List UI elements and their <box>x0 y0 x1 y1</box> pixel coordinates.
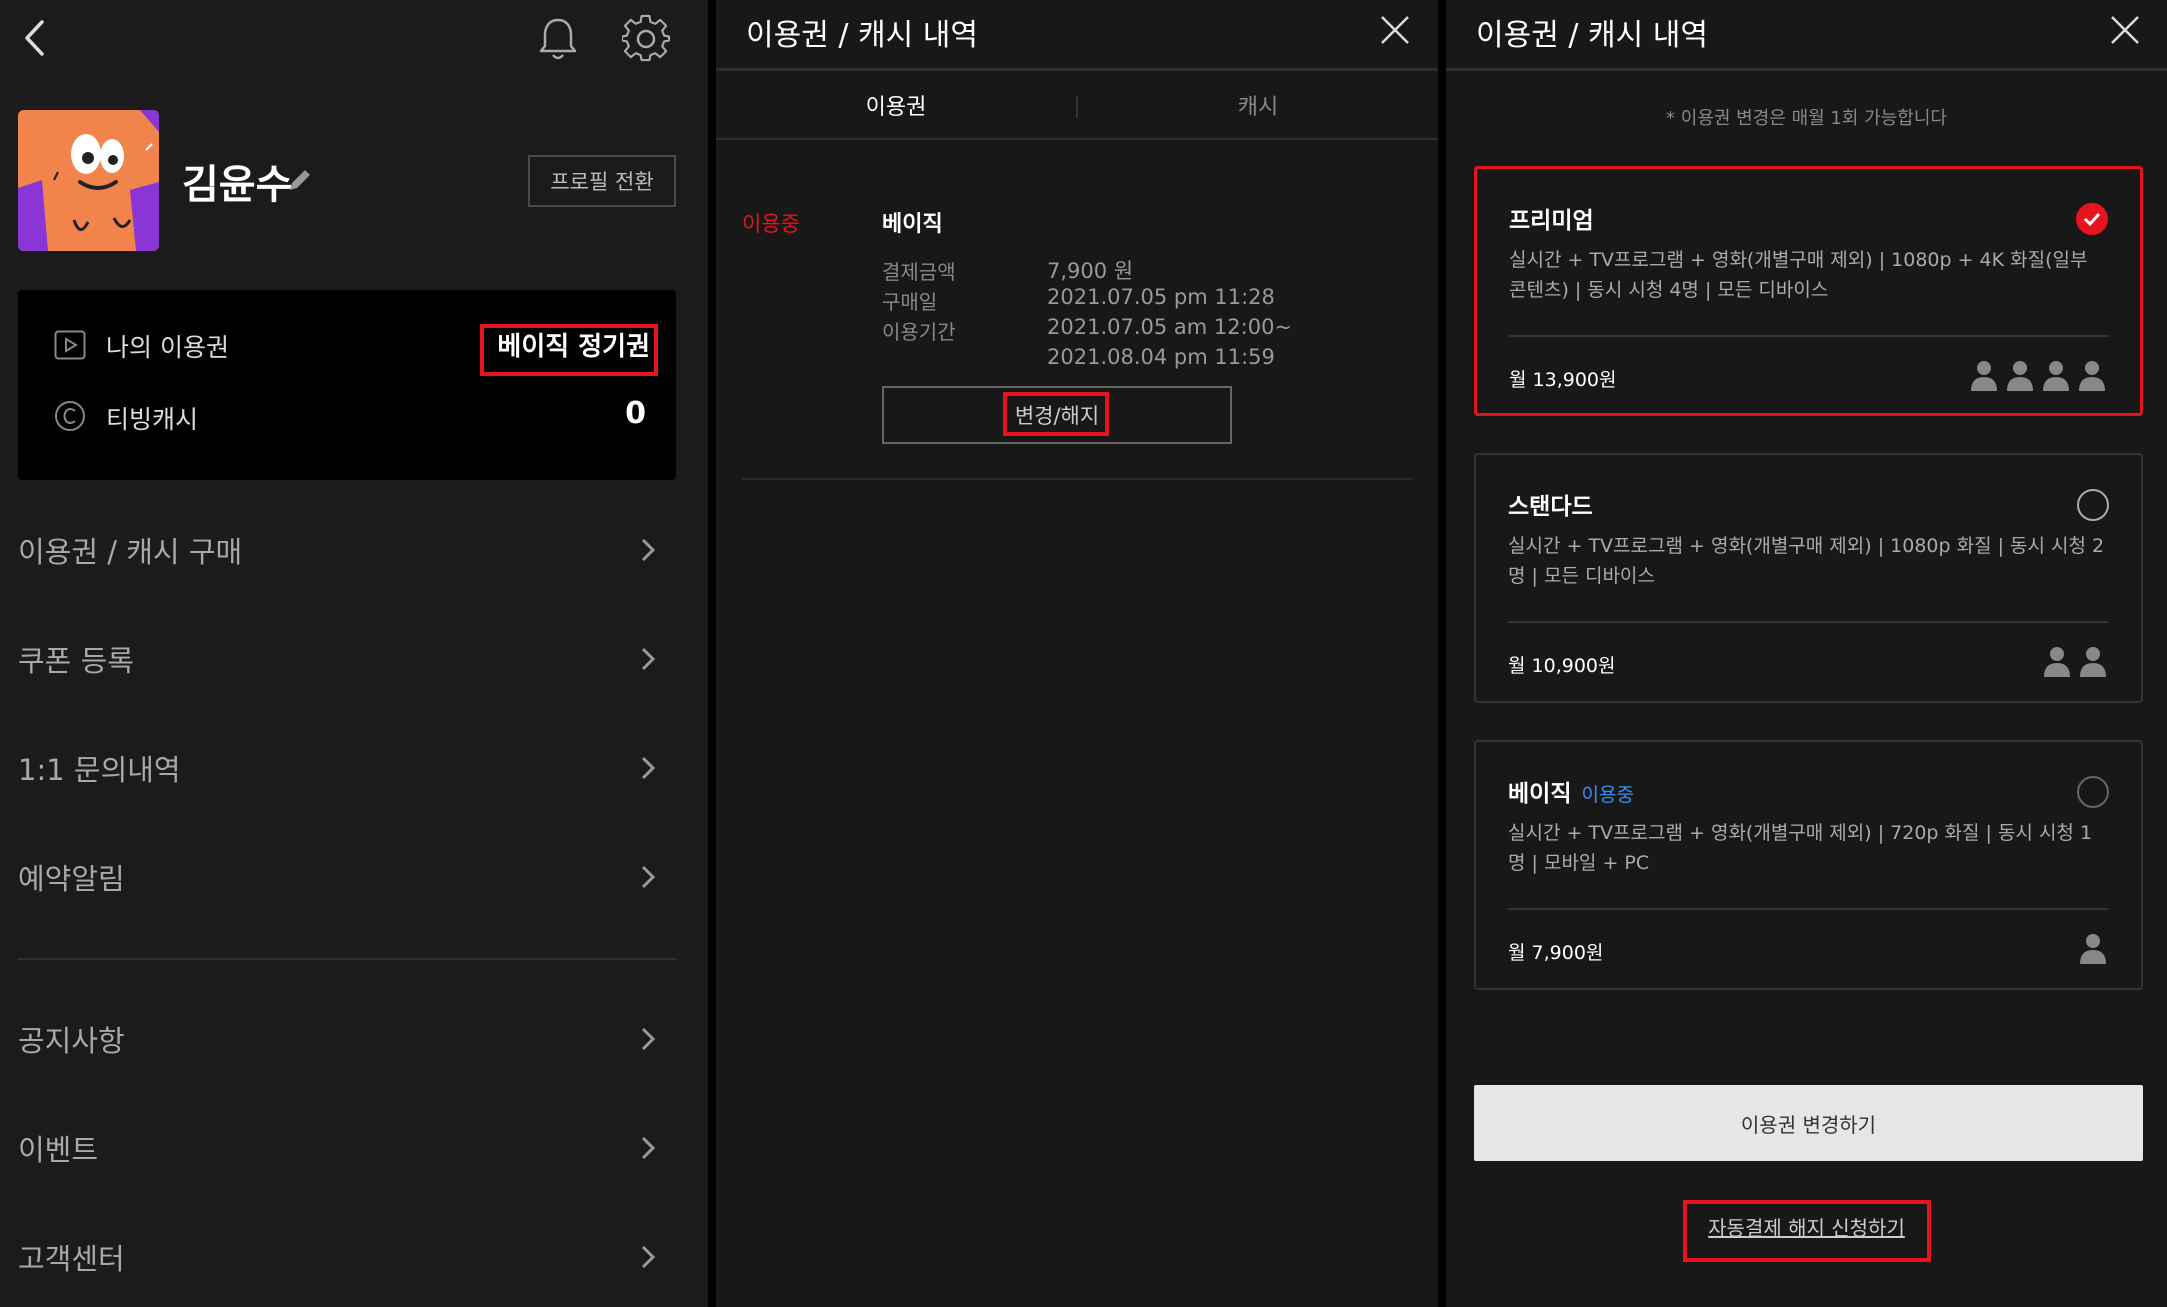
chevron-right-icon <box>641 865 656 889</box>
person-icon <box>2043 361 2069 391</box>
menu-item-inquiry[interactable]: 1:1 문의내역 <box>18 733 658 803</box>
chevron-right-icon <box>641 538 656 562</box>
plan-price: 월 13,900원 <box>1509 369 1617 391</box>
menu-item-label: 고객센터 <box>18 1242 125 1276</box>
field-key-purchase-date: 구매일 <box>882 290 938 314</box>
tab-divider <box>716 138 1438 140</box>
plan-price: 월 10,900원 <box>1508 655 1616 677</box>
chevron-right-icon <box>641 1136 656 1160</box>
menu-item-support[interactable]: 고객센터 <box>18 1222 658 1292</box>
bell-icon[interactable] <box>536 16 580 62</box>
person-icon <box>2080 934 2106 964</box>
edit-pencil-icon[interactable] <box>286 166 314 194</box>
plan-description: 실시간 + TV프로그램 + 영화(개별구매 제외) | 720p 화질 | 동… <box>1508 822 2093 874</box>
settings-gear-icon[interactable] <box>622 14 670 62</box>
user-count-icons <box>2079 932 2107 964</box>
menu-divider <box>18 958 676 960</box>
plan-name: 스탠다드 <box>1508 494 1593 520</box>
plan-price: 월 7,900원 <box>1508 942 1604 964</box>
plan-divider <box>1509 335 2109 337</box>
menu-item-label: 예약알림 <box>18 862 125 896</box>
field-value-period-start: 2021.07.05 am 12:00~ <box>1047 315 1293 339</box>
page-title: 이용권 / 캐시 내역 <box>746 18 978 53</box>
menu-item-reservation[interactable]: 예약알림 <box>18 842 658 912</box>
change-plan-button[interactable]: 이용권 변경하기 <box>1474 1085 2143 1161</box>
header-divider <box>1446 68 2167 71</box>
highlight-box <box>480 324 658 376</box>
menu-item-label: 쿠폰 등록 <box>18 644 134 678</box>
plan-description: 실시간 + TV프로그램 + 영화(개별구매 제외) | 1080p 화질 | … <box>1508 535 2105 587</box>
plan-card-standard[interactable]: 스탠다드 실시간 + TV프로그램 + 영화(개별구매 제외) | 1080p … <box>1474 453 2143 703</box>
plan-name: 베이직 <box>882 212 943 237</box>
header-divider <box>716 68 1438 71</box>
plans-panel: 이용권 / 캐시 내역 * 이용권 변경은 매월 1회 가능합니다 프리미엄 실… <box>1446 0 2167 1307</box>
cash-value: 0 <box>625 396 646 431</box>
profile-username: 김윤수 <box>182 162 293 208</box>
person-icon <box>2044 647 2070 677</box>
highlight-box <box>1003 392 1109 436</box>
radio-checked[interactable] <box>2076 203 2108 235</box>
tab-ticket[interactable]: 이용권 <box>716 72 1076 138</box>
field-value-purchase-date: 2021.07.05 pm 11:28 <box>1047 285 1275 309</box>
menu-item-label: 이용권 / 캐시 구매 <box>18 535 243 569</box>
radio-unchecked[interactable] <box>2077 776 2109 808</box>
menu-item-label: 공지사항 <box>18 1024 125 1058</box>
my-ticket-label: 나의 이용권 <box>106 333 229 362</box>
cash-coin-icon <box>55 401 85 431</box>
plan-divider <box>1508 621 2108 623</box>
plan-name: 베이직 <box>1508 781 1572 807</box>
user-count-icons <box>1970 359 2106 391</box>
menu-item-notice[interactable]: 공지사항 <box>18 1004 658 1074</box>
person-icon <box>2007 361 2033 391</box>
user-count-icons <box>2043 645 2107 677</box>
menu-item-label: 1:1 문의내역 <box>18 753 181 787</box>
plan-card-basic[interactable]: 베이직 이용중 실시간 + TV프로그램 + 영화(개별구매 제외) | 720p… <box>1474 740 2143 990</box>
menu-item-coupon[interactable]: 쿠폰 등록 <box>18 624 658 694</box>
person-icon <box>2079 361 2105 391</box>
plan-card-premium[interactable]: 프리미엄 실시간 + TV프로그램 + 영화(개별구매 제외) | 1080p … <box>1474 166 2143 416</box>
field-key-period: 이용기간 <box>882 320 956 344</box>
history-panel: 이용권 / 캐시 내역 이용권 캐시 이용중 베이직 결제금액 7,900 원 … <box>716 0 1438 1307</box>
person-icon <box>2080 647 2106 677</box>
person-icon <box>1971 361 1997 391</box>
highlight-box <box>1683 1200 1931 1262</box>
chevron-right-icon <box>641 647 656 671</box>
field-value-period-end: 2021.08.04 pm 11:59 <box>1047 345 1275 369</box>
cash-label: 티빙캐시 <box>106 405 199 434</box>
plan-description: 실시간 + TV프로그램 + 영화(개별구매 제외) | 1080p + 4K … <box>1509 249 2088 301</box>
close-icon[interactable] <box>2108 13 2142 47</box>
plan-divider <box>1508 908 2108 910</box>
field-key-amount: 결제금액 <box>882 260 956 284</box>
menu-item-label: 이벤트 <box>18 1133 99 1167</box>
tab-cash[interactable]: 캐시 <box>1078 72 1438 138</box>
row-divider <box>742 478 1412 480</box>
plan-name: 프리미엄 <box>1509 208 1594 234</box>
status-badge: 이용중 <box>742 212 800 236</box>
close-icon[interactable] <box>1378 13 1412 47</box>
page-title: 이용권 / 캐시 내역 <box>1476 18 1708 53</box>
avatar[interactable] <box>18 110 159 251</box>
chevron-right-icon <box>641 1027 656 1051</box>
change-notice: * 이용권 변경은 매월 1회 가능합니다 <box>1666 108 1947 129</box>
profile-panel: 김윤수 프로필 전환 나의 이용권 베이직 정기권 티빙캐시 0 이용권 / 캐… <box>0 0 708 1307</box>
check-icon <box>2083 212 2101 227</box>
ticket-summary-box: 나의 이용권 베이직 정기권 티빙캐시 0 <box>18 290 676 480</box>
chevron-right-icon <box>641 756 656 780</box>
radio-unchecked[interactable] <box>2077 489 2109 521</box>
menu-item-event[interactable]: 이벤트 <box>18 1113 658 1183</box>
plan-name-row: 베이직 이용중 <box>1508 774 1634 808</box>
menu-item-purchase[interactable]: 이용권 / 캐시 구매 <box>18 515 658 585</box>
field-value-amount: 7,900 원 <box>1047 259 1134 283</box>
switch-profile-button[interactable]: 프로필 전환 <box>528 155 676 207</box>
play-ticket-icon <box>54 330 86 360</box>
back-arrow-icon[interactable] <box>22 18 48 58</box>
chevron-right-icon <box>641 1245 656 1269</box>
current-plan-badge: 이용중 <box>1581 784 1634 806</box>
